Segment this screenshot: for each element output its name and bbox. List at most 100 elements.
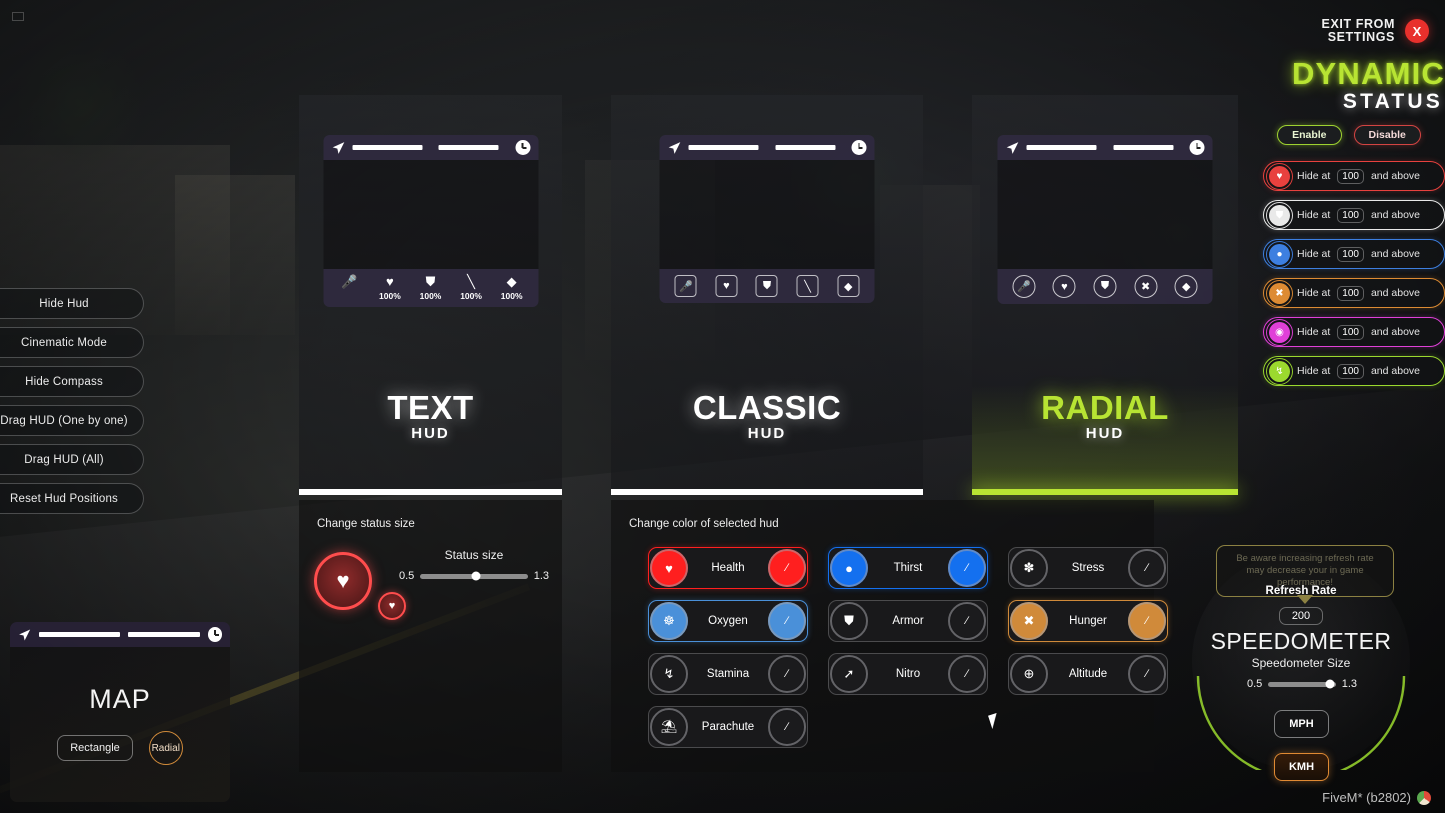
- status-size-slider-label: Status size: [444, 548, 504, 562]
- status-size-slider[interactable]: [420, 571, 528, 581]
- status-size-slider-thumb[interactable]: [471, 571, 481, 581]
- speedometer-size-min: 0.5: [1247, 678, 1263, 690]
- hide-at-value[interactable]: 100: [1337, 285, 1364, 301]
- sidebar-item-hide-compass[interactable]: Hide Compass: [0, 366, 144, 397]
- sidebar-item-reset-hud-positions[interactable]: Reset Hud Positions: [0, 483, 144, 514]
- sidebar-item-drag-hud-all[interactable]: Drag HUD (All): [0, 444, 144, 475]
- pencil-icon[interactable]: ∕: [948, 549, 986, 587]
- speedometer-title: SPEEDOMETER: [1210, 628, 1392, 654]
- sidebar-item-label: Cinematic Mode: [21, 336, 107, 349]
- dynamic-status-row[interactable]: ● Hide at 100 and above: [1263, 239, 1445, 269]
- exit-label-line2: SETTINGS: [1327, 30, 1395, 44]
- color-option-health[interactable]: ♥ Health ∕: [648, 547, 808, 589]
- pencil-icon[interactable]: ∕: [948, 602, 986, 640]
- hide-at-value[interactable]: 100: [1337, 207, 1364, 223]
- color-option-altitude[interactable]: ⊕ Altitude ∕: [1008, 653, 1168, 695]
- enable-button[interactable]: Enable: [1277, 125, 1342, 145]
- hud-card-underline: [972, 489, 1238, 495]
- dynamic-status-row[interactable]: ⛊ Hide at 100 and above: [1263, 200, 1445, 230]
- color-option-nitro[interactable]: ➚ Nitro ∕: [828, 653, 988, 695]
- hide-at-label: Hide at: [1297, 209, 1331, 221]
- pencil-icon[interactable]: ∕: [768, 655, 806, 693]
- sidebar-item-drag-hud-one-by-one[interactable]: Drag HUD (One by one): [0, 405, 144, 436]
- armor-icon: ⛊: [1093, 275, 1117, 298]
- sidebar: Hide Hud Cinematic Mode Hide Compass Drag H…: [0, 288, 144, 514]
- hud-card-title-sub: HUD: [411, 425, 450, 442]
- exit-from-settings[interactable]: EXIT FROM SETTINGS X: [1322, 18, 1429, 44]
- dynamic-status-row[interactable]: ✖ Hide at 100 and above: [1263, 278, 1445, 308]
- hud-preview-status-bar: 🎤 ♥ ⛊ ✖ ◆: [997, 269, 1213, 304]
- sidebar-item-cinematic-mode[interactable]: Cinematic Mode: [0, 327, 144, 358]
- armor-icon: ⛊: [830, 602, 868, 640]
- color-option-thirst[interactable]: ● Thirst ∕: [828, 547, 988, 589]
- hud-card-radial[interactable]: 🎤 ♥ ⛊ ✖ ◆ RADIAL HUD: [972, 95, 1238, 495]
- color-option-parachute[interactable]: ⛱ Parachute ∕: [648, 706, 808, 748]
- hide-at-label: Hide at: [1297, 326, 1331, 338]
- hud-card-title-sub: HUD: [747, 425, 787, 442]
- and-above-label: and above: [1370, 209, 1421, 221]
- pencil-icon[interactable]: ∕: [1128, 655, 1166, 693]
- unit-mph-button[interactable]: MPH: [1274, 710, 1329, 738]
- pencil-icon[interactable]: ∕: [768, 549, 806, 587]
- hud-card-title-main: RADIAL: [1041, 389, 1169, 426]
- speedometer-size-slider[interactable]: [1268, 679, 1336, 689]
- microphone-icon: 🎤: [341, 274, 358, 289]
- pencil-icon[interactable]: ∕: [1128, 549, 1166, 587]
- hide-at-value[interactable]: 100: [1337, 246, 1364, 262]
- altitude-icon: ⊕: [1010, 655, 1048, 693]
- dynamic-status-panel: DYNAMIC STATUS Enable Disable ♥ Hide at 10…: [1253, 58, 1445, 386]
- stress-icon: ✽: [1010, 549, 1048, 587]
- minimap-compass-bar: [10, 622, 230, 647]
- status-size-slider-row: 0.5 1.3: [399, 570, 549, 582]
- sidebar-item-label: Reset Hud Positions: [10, 492, 118, 505]
- heart-icon: ♥: [715, 275, 738, 297]
- sidebar-item-hide-hud[interactable]: Hide Hud: [0, 288, 144, 319]
- unit-kmh-button[interactable]: KMH: [1274, 753, 1329, 781]
- color-option-hunger[interactable]: ✖ Hunger ∕: [1008, 600, 1168, 642]
- dynamic-status-row[interactable]: ◉ Hide at 100 and above: [1263, 317, 1445, 347]
- status-size-max: 1.3: [533, 570, 549, 582]
- refresh-rate-value[interactable]: 200: [1279, 607, 1323, 625]
- hud-card-underline: [299, 489, 562, 495]
- hide-at-value[interactable]: 100: [1337, 168, 1364, 184]
- pencil-icon[interactable]: ∕: [768, 602, 806, 640]
- status-item: ⛊ 100%: [412, 275, 448, 302]
- hud-card-title: CLASSIC HUD: [611, 391, 923, 443]
- hide-at-label: Hide at: [1297, 248, 1331, 260]
- hud-card-title-sub: HUD: [1085, 425, 1125, 442]
- minimap-rectangle-button[interactable]: Rectangle: [57, 735, 133, 761]
- refresh-rate-tooltip-text: Be aware increasing refresh rate may dec…: [1236, 553, 1374, 588]
- sidebar-item-label: Drag HUD (One by one): [0, 414, 128, 427]
- status-size-heading: Change status size: [317, 518, 415, 530]
- decorative-frame-corner: [12, 12, 24, 21]
- armor-icon: ⛊: [755, 275, 778, 297]
- status-item: ╲: [790, 275, 826, 297]
- pencil-icon[interactable]: ∕: [1128, 602, 1166, 640]
- dynamic-status-row[interactable]: ♥ Hide at 100 and above: [1263, 161, 1445, 191]
- color-option-stress[interactable]: ✽ Stress ∕: [1008, 547, 1168, 589]
- thirst-icon: ●: [1266, 240, 1293, 268]
- color-option-armor[interactable]: ⛊ Armor ∕: [828, 600, 988, 642]
- disable-button[interactable]: Disable: [1353, 125, 1421, 145]
- status-item: ◆: [1168, 275, 1204, 298]
- hide-at-value[interactable]: 100: [1337, 324, 1364, 340]
- color-option-stamina[interactable]: ↯ Stamina ∕: [648, 653, 808, 695]
- fivem-build-text: FiveM* (b2802): [1322, 790, 1411, 805]
- close-icon[interactable]: X: [1405, 19, 1429, 43]
- color-option-oxygen[interactable]: ☸ Oxygen ∕: [648, 600, 808, 642]
- hide-at-label: Hide at: [1297, 170, 1331, 182]
- navigation-arrow-icon: [332, 141, 344, 154]
- minimap-body: MAP Rectangle Radial: [10, 647, 230, 802]
- compass-bar-left: [688, 145, 759, 150]
- status-percent: 100%: [460, 291, 482, 301]
- hide-at-value[interactable]: 100: [1337, 363, 1364, 379]
- pencil-icon[interactable]: ∕: [768, 708, 806, 746]
- hud-card-classic[interactable]: 🎤 ♥ ⛊ ╲ ◆ CLASSIC HUD: [611, 95, 923, 495]
- pencil-icon[interactable]: ∕: [948, 655, 986, 693]
- hud-card-text[interactable]: 🎤 ♥ 100% ⛊ 100% ╲ 100% ◆ 100% TEXT HUD: [299, 95, 562, 495]
- status-percent: 100%: [419, 291, 442, 301]
- dynamic-status-row[interactable]: ↯ Hide at 100 and above: [1263, 356, 1445, 386]
- speedometer-size-slider-thumb[interactable]: [1325, 679, 1335, 689]
- stamina-icon: ╲: [796, 275, 819, 297]
- minimap-radial-button[interactable]: Radial: [148, 731, 183, 765]
